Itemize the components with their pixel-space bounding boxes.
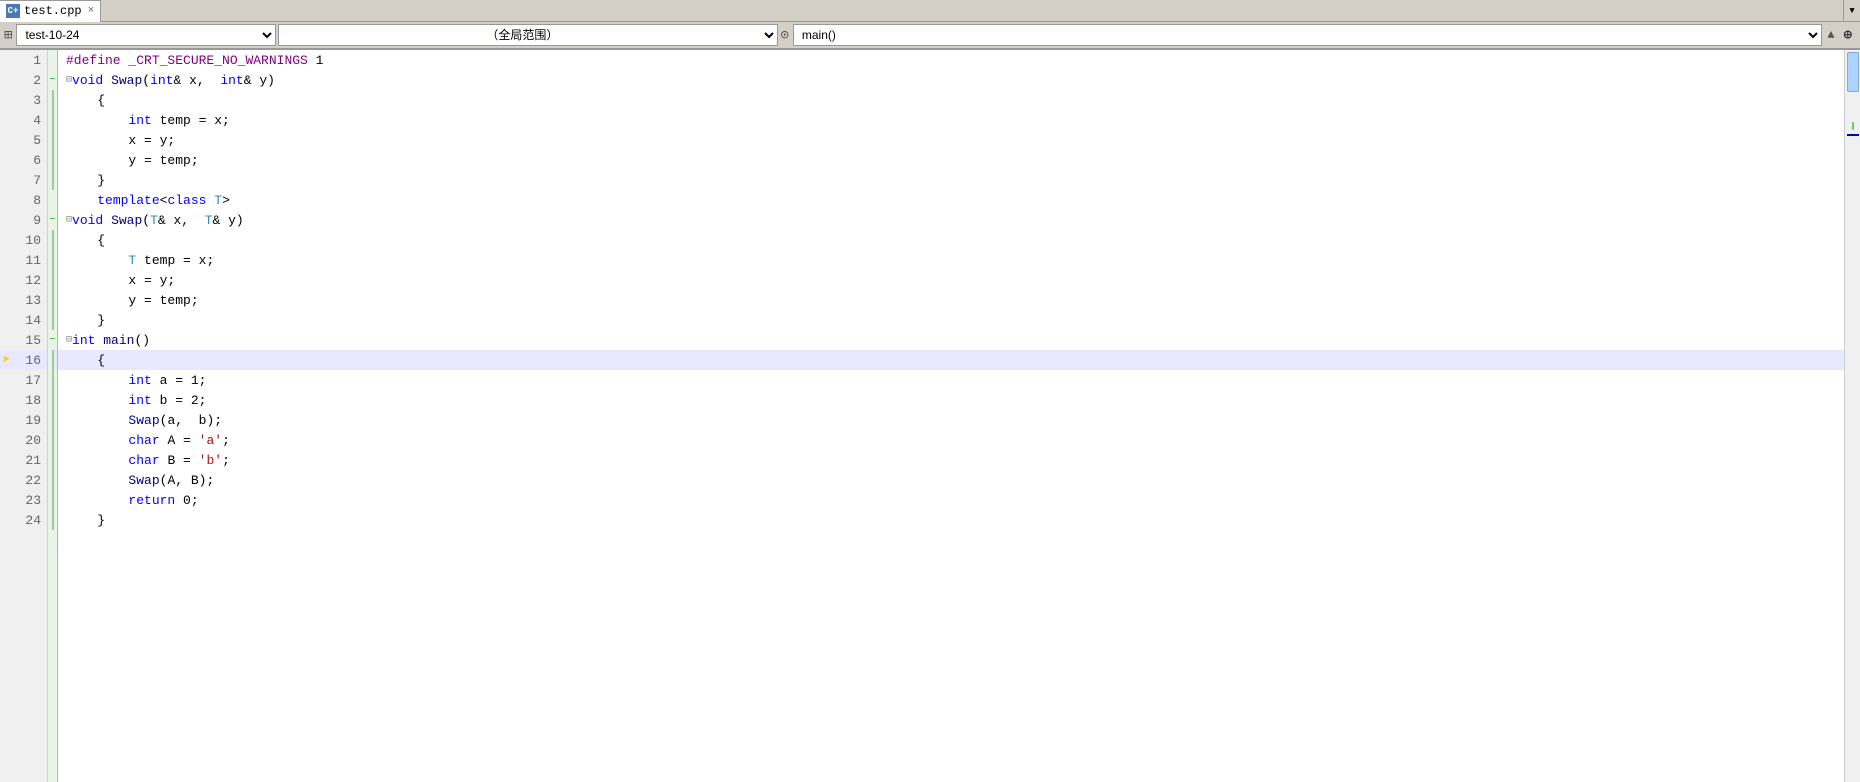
ln-23: 23	[0, 490, 47, 510]
code-line-3: {	[58, 90, 1844, 110]
ln-22: 22	[0, 470, 47, 490]
ln-16: ➤ 16	[0, 350, 47, 370]
ln-5: 5	[0, 130, 47, 150]
code-line-23: return 0;	[58, 490, 1844, 510]
code-line-22: Swap(A, B);	[58, 470, 1844, 490]
code-line-9: ⊟void Swap(T& x, T& y)	[58, 210, 1844, 230]
add-button[interactable]: ⊕	[1840, 27, 1856, 44]
code-editor[interactable]: #define _CRT_SECURE_NO_WARNINGS 1 ⊟void …	[58, 50, 1844, 782]
tab-bar: C+ test.cpp × ▾	[0, 0, 1860, 22]
code-line-19: Swap(a, b);	[58, 410, 1844, 430]
ln-14: 14	[0, 310, 47, 330]
fold-btn-2[interactable]: −	[49, 75, 55, 86]
debug-arrow-icon: ➤	[2, 352, 10, 369]
nav-up-arrow[interactable]: ▲	[1824, 27, 1837, 43]
scrollbar-thumb[interactable]	[1847, 52, 1859, 92]
ln-10: 10	[0, 230, 47, 250]
code-line-12: x = y;	[58, 270, 1844, 290]
code-line-13: y = temp;	[58, 290, 1844, 310]
tab-dropdown[interactable]: ▾	[1843, 0, 1860, 22]
ln-18: 18	[0, 390, 47, 410]
file-selector[interactable]: test-10-24	[16, 24, 276, 46]
scrollbar-cursor	[1847, 134, 1859, 136]
ln-3: 3	[0, 90, 47, 110]
code-line-7: }	[58, 170, 1844, 190]
code-line-14: }	[58, 310, 1844, 330]
code-line-15: ⊟int main()	[58, 330, 1844, 350]
tab-test-cpp[interactable]: C+ test.cpp ×	[0, 0, 101, 22]
fold-btn-15[interactable]: −	[49, 335, 55, 346]
func-selector[interactable]: main()	[793, 24, 1822, 46]
toolbar: ⊞ test-10-24 （全局范围） ⊙ main() ▲ ⊕	[0, 22, 1860, 50]
ln-17: 17	[0, 370, 47, 390]
tab-close-button[interactable]: ×	[88, 5, 95, 17]
tab-label: test.cpp	[24, 4, 82, 18]
ln-1: 1	[0, 50, 47, 70]
tab-dropdown-arrow: ▾	[1848, 3, 1856, 18]
ln-13: 13	[0, 290, 47, 310]
fold-btn-9[interactable]: −	[49, 215, 55, 226]
ln-21: 21	[0, 450, 47, 470]
ln-19: 19	[0, 410, 47, 430]
cpp-file-icon: C+	[6, 4, 20, 18]
editor-container: 1 2 3 4 5 6 7 8 9 10 11 12 13 14 15 ➤ 16…	[0, 50, 1860, 782]
ln-4: 4	[0, 110, 47, 130]
ln-11: 11	[0, 250, 47, 270]
scrollbar-indicator	[1852, 122, 1854, 130]
code-line-24: }	[58, 510, 1844, 530]
code-line-5: x = y;	[58, 130, 1844, 150]
code-line-18: int b = 2;	[58, 390, 1844, 410]
file-icon: ⊞	[4, 27, 12, 44]
code-line-1: #define _CRT_SECURE_NO_WARNINGS 1	[58, 50, 1844, 70]
ln-9: 9	[0, 210, 47, 230]
line-numbers: 1 2 3 4 5 6 7 8 9 10 11 12 13 14 15 ➤ 16…	[0, 50, 48, 782]
ln-20: 20	[0, 430, 47, 450]
code-line-20: char A = 'a';	[58, 430, 1844, 450]
code-line-2: ⊟void Swap(int& x, int& y)	[58, 70, 1844, 90]
code-line-17: int a = 1;	[58, 370, 1844, 390]
ln-7: 7	[0, 170, 47, 190]
ln-24: 24	[0, 510, 47, 530]
code-line-8: template<class T>	[58, 190, 1844, 210]
vertical-scrollbar[interactable]	[1844, 50, 1860, 782]
code-line-21: char B = 'b';	[58, 450, 1844, 470]
ln-6: 6	[0, 150, 47, 170]
func-pin-icon: ⊙	[780, 27, 788, 44]
code-line-4: int temp = x;	[58, 110, 1844, 130]
code-line-10: {	[58, 230, 1844, 250]
ln-2: 2	[0, 70, 47, 90]
code-line-16: {	[58, 350, 1844, 370]
fold-margin: − − −	[48, 50, 58, 782]
ln-15: 15	[0, 330, 47, 350]
scope-selector[interactable]: （全局范围）	[278, 24, 778, 46]
ln-12: 12	[0, 270, 47, 290]
code-line-6: y = temp;	[58, 150, 1844, 170]
code-line-11: T temp = x;	[58, 250, 1844, 270]
ln-8: 8	[0, 190, 47, 210]
